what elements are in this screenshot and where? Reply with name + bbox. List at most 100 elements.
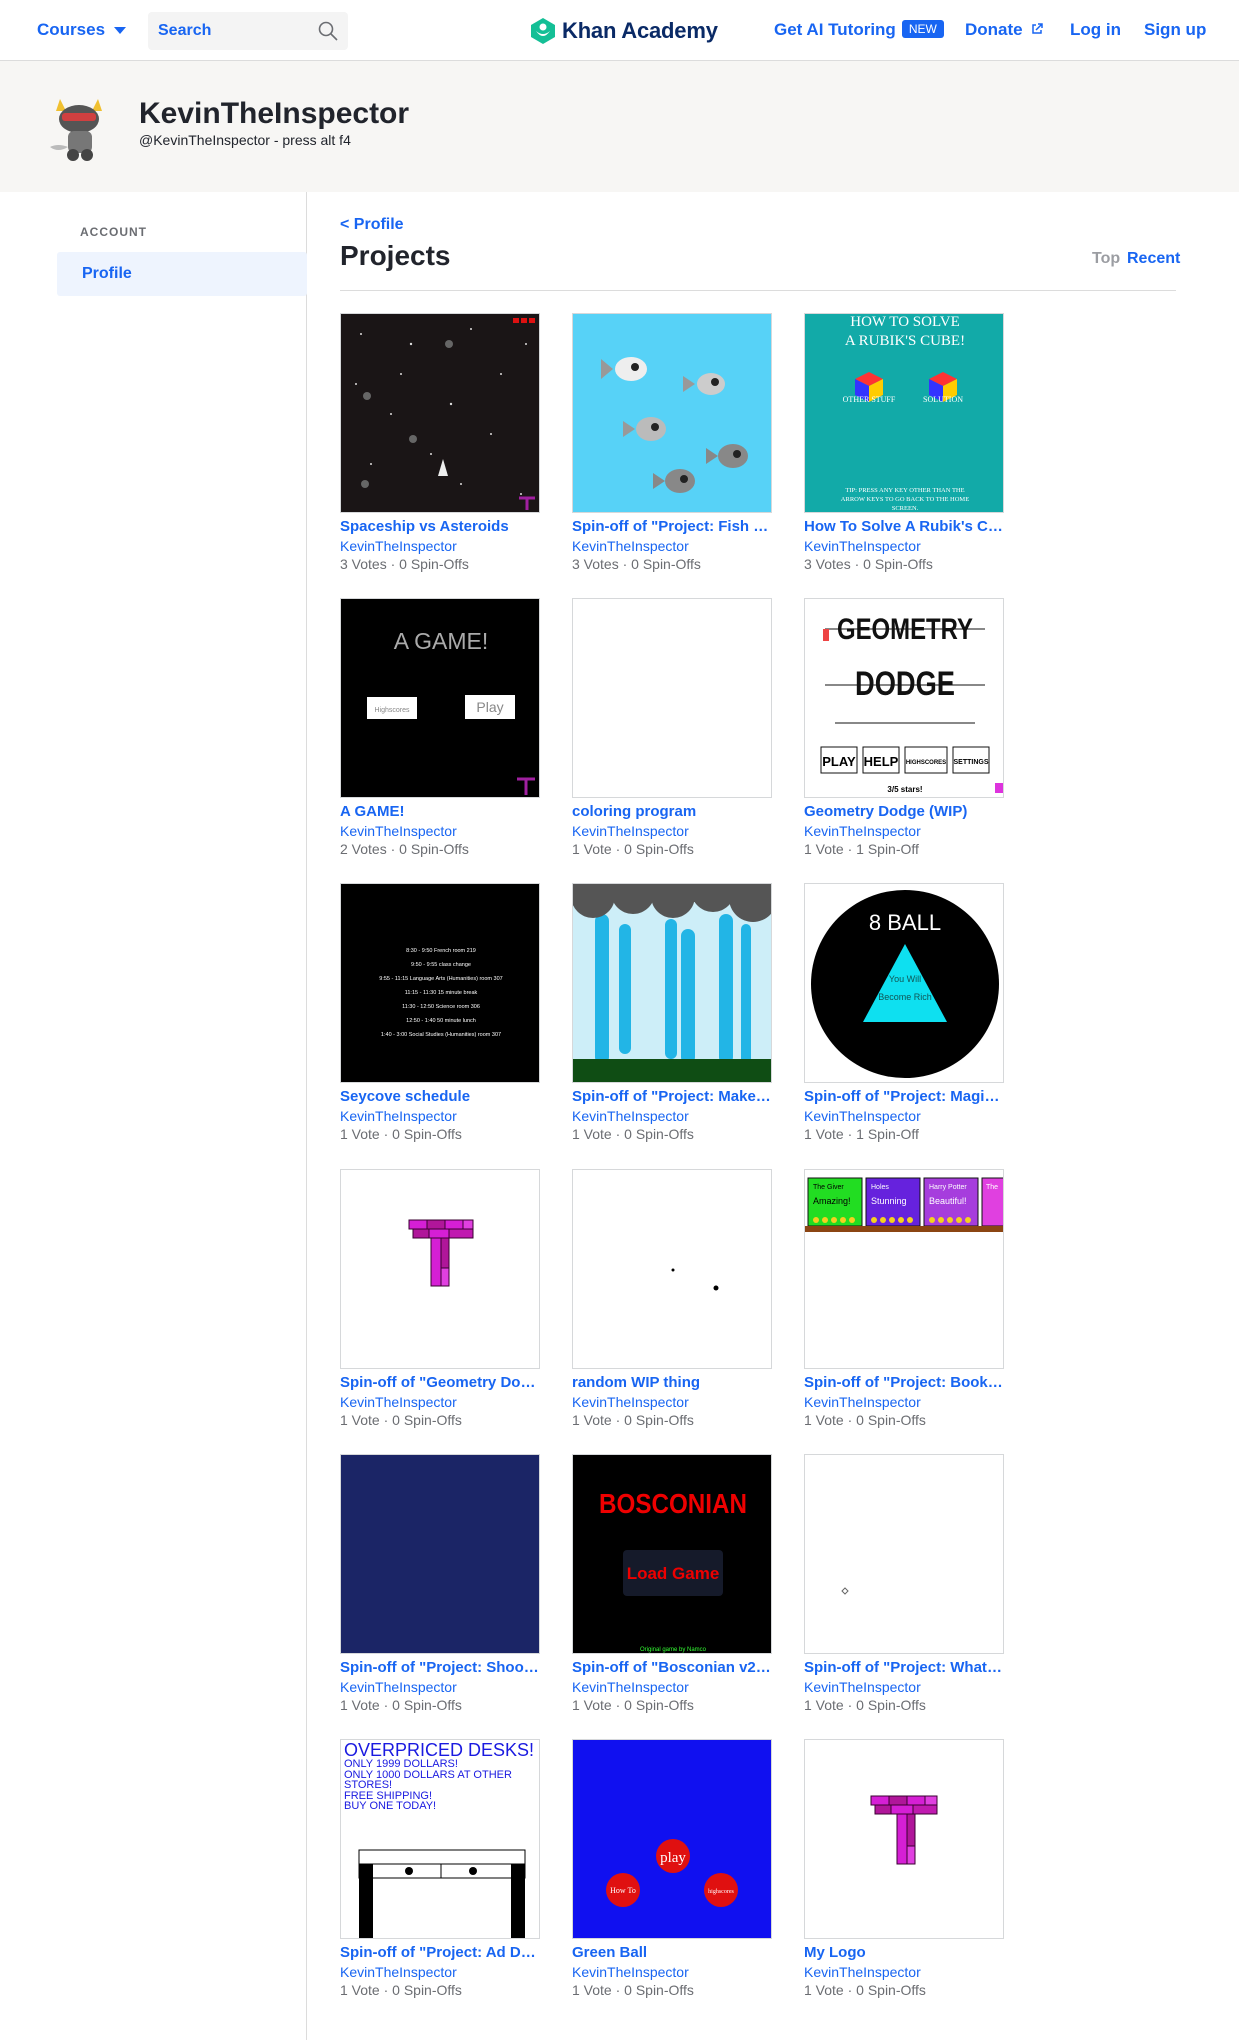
signup-link[interactable]: Sign up [1144,20,1206,40]
project-author-link[interactable]: KevinTheInspector [572,823,689,839]
project-thumbnail[interactable]: A GAME! Highscores Play [340,598,540,798]
geometry-play: PLAY [822,754,856,769]
project-author-link[interactable]: KevinTheInspector [572,1394,689,1410]
project-stats: 1 Vote · 0 Spin-Offs [572,1412,694,1428]
project-author-link[interactable]: KevinTheInspector [340,538,457,554]
greenball-play: play [660,1850,686,1866]
project-title-link[interactable]: Spin-off of "Project: Bookshelf" [804,1374,1004,1391]
project-title-link[interactable]: Spin-off of "Project: Make it Rain" [572,1088,772,1105]
project-title-link[interactable]: Spaceship vs Asteroids [340,518,540,535]
schedule-line-2: 9:50 - 9:55 class change [411,962,471,968]
project-author-link[interactable]: KevinTheInspector [572,1679,689,1695]
back-to-profile-link[interactable]: < Profile [340,216,404,234]
geometry-help: HELP [864,754,899,769]
project-author-link[interactable]: KevinTheInspector [340,1394,457,1410]
book-2-title: Holes [871,1184,889,1191]
page-title: Projects [340,240,451,271]
eightball-title: 8 BALL [869,910,941,935]
project-title-link[interactable]: coloring program [572,803,772,820]
project-stats: 1 Vote · 0 Spin-Offs [572,1697,694,1713]
project-author-link[interactable]: KevinTheInspector [804,823,921,839]
schedule-line-5: 11:30 - 12:50 Science room 306 [402,1004,480,1010]
project-author-link[interactable]: KevinTheInspector [804,538,921,554]
project-title-link[interactable]: Seycove schedule [340,1088,540,1105]
rubik-tip-3: SCREEN. [892,505,919,512]
book-3-title: Harry Potter [929,1184,967,1191]
project-thumbnail[interactable] [340,313,540,513]
project-author-link[interactable]: KevinTheInspector [804,1964,921,1980]
project-title-link[interactable]: Geometry Dodge (WIP) [804,803,1004,820]
project-title-link[interactable]: Spin-off of "Project: Shooting Star" [340,1659,540,1676]
courses-menu[interactable]: Courses [37,20,127,40]
project-author-link[interactable]: KevinTheInspector [340,823,457,839]
donate-link[interactable]: Donate [965,20,1044,40]
project-stats: 3 Votes · 0 Spin-Offs [804,556,933,572]
project-thumbnail[interactable]: The Giver Amazing! Holes Stunning Harry Po… [804,1169,1004,1369]
rubik-tip-1: TIP: PRESS ANY KEY OTHER THAN THE [845,487,964,494]
project-thumbnail[interactable]: BOSCONIAN Load Game Original game by Nam… [572,1454,772,1654]
project-title-link[interactable]: Green Ball [572,1944,772,1961]
project-stats: 1 Vote · 0 Spin-Offs [572,841,694,857]
search-input[interactable]: Search [148,12,348,50]
project-thumbnail[interactable] [572,883,772,1083]
project-stats: 1 Vote · 1 Spin-Off [804,841,919,857]
project-thumbnail[interactable]: HOW TO SOLVE A RUBIK'S CUBE! OTHER STUFF… [804,313,1004,513]
project-author-link[interactable]: KevinTheInspector [340,1108,457,1124]
project-author-link[interactable]: KevinTheInspector [572,538,689,554]
project-title-link[interactable]: Spin-off of "Project: Fish Tank" [572,518,772,535]
desks-line-6: BUY ONE TODAY! [344,1800,436,1812]
project-thumbnail[interactable]: 8 BALL You Will Become Rich [804,883,1004,1083]
khan-academy-logo[interactable]: Khan Academy [530,15,718,47]
project-author-link[interactable]: KevinTheInspector [340,1679,457,1695]
project-title-link[interactable]: Spin-off of "Project: Ad Design" [340,1944,540,1961]
project-stats: 1 Vote · 0 Spin-Offs [340,1697,462,1713]
sidebar-item-profile[interactable]: Profile [57,252,307,296]
project-author-link[interactable]: KevinTheInspector [340,1964,457,1980]
book-1-review: Amazing! [813,1196,851,1206]
sort-top-tab[interactable]: Top [1092,250,1120,268]
project-title-link[interactable]: Spin-off of "Project: What's for dinner?… [804,1659,1004,1676]
top-nav: Courses Search Khan Academy Get AI Tutor… [0,0,1239,61]
project-stats: 1 Vote · 0 Spin-Offs [804,1697,926,1713]
ai-tutoring-link[interactable]: Get AI Tutoring NEW [774,20,944,40]
project-thumbnail[interactable] [804,1739,1004,1939]
courses-label: Courses [37,20,106,39]
project-author-link[interactable]: KevinTheInspector [572,1964,689,1980]
rubik-other-stuff: OTHER STUFF [843,395,896,404]
project-thumbnail[interactable]: OVERPRICED DESKS! ONLY 1999 DOLLARS! ONL… [340,1739,540,1939]
project-stats: 1 Vote · 0 Spin-Offs [340,1982,462,1998]
project-thumbnail[interactable] [572,598,772,798]
login-link[interactable]: Log in [1070,20,1121,40]
ai-tutoring-label: Get AI Tutoring [774,20,896,39]
search-icon [318,21,338,41]
project-title-link[interactable]: Spin-off of "Bosconian v2.0" [572,1659,772,1676]
project-title-link[interactable]: Spin-off of "Project: Magic 8-Ball" [804,1088,1004,1105]
project-title-link[interactable]: A GAME! [340,803,540,820]
project-author-link[interactable]: KevinTheInspector [804,1679,921,1695]
book-1-title: The Giver [813,1184,844,1191]
profile-handle: @KevinTheInspector - press alt f4 [139,132,351,148]
project-thumbnail[interactable]: play How To highscores [572,1739,772,1939]
project-thumbnail[interactable] [572,313,772,513]
project-author-link[interactable]: KevinTheInspector [804,1108,921,1124]
project-thumbnail[interactable] [340,1169,540,1369]
project-thumbnail[interactable] [572,1169,772,1369]
project-author-link[interactable]: KevinTheInspector [804,1394,921,1410]
project-thumbnail[interactable]: 8:30 - 9:50 French room 219 9:50 - 9:55 … [340,883,540,1083]
project-title-link[interactable]: My Logo [804,1944,1004,1961]
project-title-link[interactable]: Spin-off of "Geometry Dodge" [340,1374,540,1391]
project-author-link[interactable]: KevinTheInspector [572,1108,689,1124]
schedule-line-4: 11:15 - 11:30 15 minute break [405,990,478,996]
eightball-line-2: Become Rich [878,992,932,1002]
sort-recent-tab[interactable]: Recent [1127,250,1180,268]
project-thumbnail[interactable] [340,1454,540,1654]
project-thumbnail[interactable]: GEOMETRY DODGE PLAY HELP HIGHSCORES SETT… [804,598,1004,798]
desks-line-1: OVERPRICED DESKS! [344,1740,534,1760]
project-title-link[interactable]: random WIP thing [572,1374,772,1391]
project-thumbnail[interactable] [804,1454,1004,1654]
game-highscores: Highscores [374,707,410,714]
donate-label: Donate [965,20,1023,39]
project-title-link[interactable]: How To Solve A Rubik's Cube [804,518,1004,535]
project-stats: 1 Vote · 0 Spin-Offs [340,1126,462,1142]
geometry-settings: SETTINGS [953,759,988,766]
